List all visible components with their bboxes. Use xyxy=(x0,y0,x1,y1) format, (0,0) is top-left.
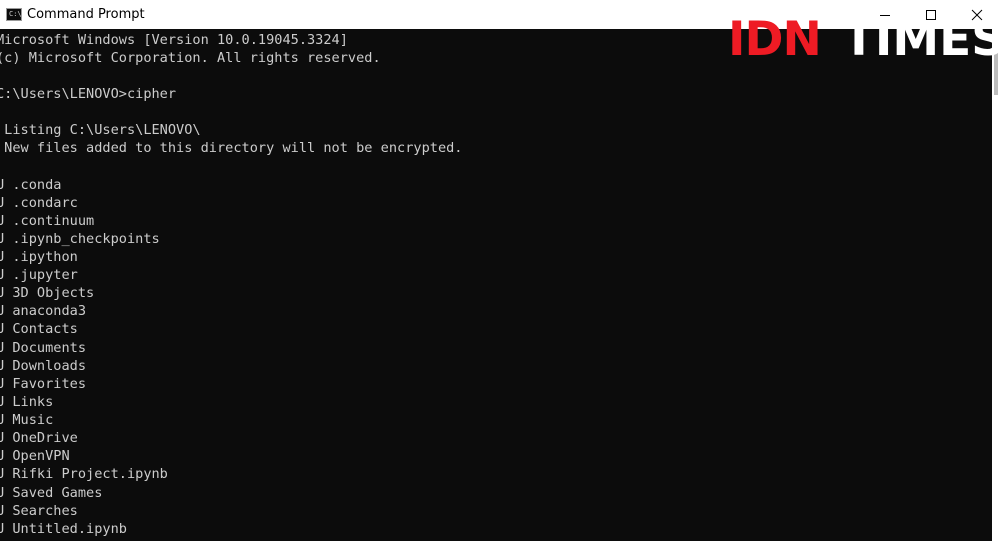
console-line: U 3D Objects xyxy=(0,285,95,301)
console-output[interactable]: Microsoft Windows [Version 10.0.19045.33… xyxy=(0,29,992,541)
vertical-scrollbar[interactable] xyxy=(992,29,1000,541)
cmd-icon-glyph: C:\ xyxy=(9,10,22,18)
console-line: U OneDrive xyxy=(0,430,78,446)
window-title: Command Prompt xyxy=(27,7,145,22)
console-line: Listing C:\Users\LENOVO\ xyxy=(0,122,201,138)
title-bar[interactable]: C:\ Command Prompt xyxy=(0,0,1000,29)
console-line: (c) Microsoft Corporation. All rights re… xyxy=(0,50,381,66)
console-line: U Downloads xyxy=(0,358,87,374)
console-line: C:\Users\LENOVO>cipher xyxy=(0,86,177,102)
close-button[interactable] xyxy=(954,0,1000,29)
console-line: U .ipynb_checkpoints xyxy=(0,231,160,247)
console-line: U Rifki Project.ipynb xyxy=(0,466,168,482)
console-line: U anaconda3 xyxy=(0,303,87,319)
console-line: U .condarc xyxy=(0,195,78,211)
console-line: U .jupyter xyxy=(0,267,78,283)
command-prompt-window: C:\ Command Prompt Microsoft Windows [Ve… xyxy=(0,0,1000,541)
console-line: U .conda xyxy=(0,177,62,193)
console-line: U Untitled.ipynb xyxy=(0,521,127,537)
console-line: U .ipython xyxy=(0,249,78,265)
scrollbar-thumb[interactable] xyxy=(994,51,998,95)
cmd-icon[interactable]: C:\ xyxy=(6,8,22,21)
console-line: U .continuum xyxy=(0,213,95,229)
minimize-icon xyxy=(880,14,890,16)
console-line: U Searches xyxy=(0,503,78,519)
console-line: Microsoft Windows [Version 10.0.19045.33… xyxy=(0,32,348,48)
console-line: U Favorites xyxy=(0,376,87,392)
console-line: New files added to this directory will n… xyxy=(0,140,463,156)
console-line: U Links xyxy=(0,394,54,410)
console-line: U Documents xyxy=(0,340,87,356)
maximize-icon xyxy=(926,9,936,20)
close-icon xyxy=(971,9,983,20)
console-line: U Saved Games xyxy=(0,485,103,501)
console-line: U Music xyxy=(0,412,54,428)
window-controls xyxy=(862,0,1000,29)
console-line: U Contacts xyxy=(0,321,78,337)
maximize-button[interactable] xyxy=(908,0,954,29)
minimize-button[interactable] xyxy=(862,0,908,29)
console-line: U OpenVPN xyxy=(0,448,70,464)
